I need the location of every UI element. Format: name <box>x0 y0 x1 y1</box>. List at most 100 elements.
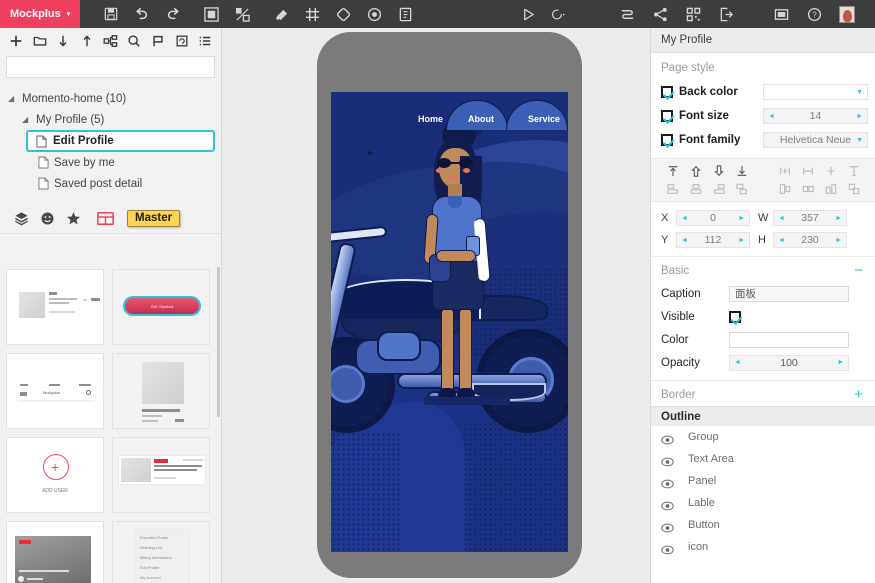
geometry-h-input[interactable]: ◄ 230 ► <box>773 232 847 248</box>
thumb-menu-list[interactable]: Favorited Posts Reading List Billing Inf… <box>112 521 210 583</box>
align-top-icon[interactable] <box>688 163 703 178</box>
thumb-product-card[interactable] <box>112 353 210 429</box>
refresh-icon[interactable] <box>551 6 568 23</box>
thumb-search-bar[interactable]: Mockplus <box>6 353 104 429</box>
flow-icon[interactable] <box>619 6 636 23</box>
border-section-header[interactable]: Border + <box>651 381 875 406</box>
qrcode-icon[interactable] <box>685 6 702 23</box>
align-text-icon[interactable] <box>846 163 861 178</box>
font-size-stepper[interactable]: ◄ 14 ► <box>763 108 868 124</box>
outline-item-button[interactable]: Button <box>651 514 875 536</box>
same-height-icon[interactable] <box>823 181 838 196</box>
redo-icon[interactable] <box>164 6 181 23</box>
stepper-down-icon[interactable]: ◄ <box>778 237 785 244</box>
target-icon[interactable] <box>366 6 383 23</box>
align-right-edge-icon[interactable] <box>711 181 726 196</box>
export-icon[interactable] <box>718 6 735 23</box>
brand-menu-button[interactable]: Mockplus ▾ <box>0 0 81 28</box>
outline-item-icon[interactable]: icon <box>651 536 875 558</box>
thumb-get-started[interactable]: Get Started <box>112 269 210 345</box>
phone-screen[interactable]: ➤ Home About Service <box>331 92 568 552</box>
stepper-down-icon[interactable]: ◄ <box>778 215 785 222</box>
stepper-up-icon[interactable]: ► <box>835 237 842 244</box>
window-icon[interactable] <box>773 6 790 23</box>
tree-item-save-by-me[interactable]: Save by me <box>0 152 221 173</box>
share-icon[interactable] <box>652 6 669 23</box>
group-icon[interactable] <box>203 6 220 23</box>
favorites-icon[interactable] <box>60 207 86 231</box>
stepper-up-icon[interactable]: ► <box>837 359 844 366</box>
tree-item-my-profile[interactable]: ◢ My Profile (5) <box>0 109 221 130</box>
expand-twisty-icon[interactable]: ◢ <box>22 115 31 124</box>
outline-item-group[interactable]: Group <box>651 426 875 448</box>
undo-icon[interactable] <box>133 6 150 23</box>
eye-icon[interactable] <box>661 520 674 533</box>
align-left-edge-icon[interactable] <box>665 181 680 196</box>
caption-input[interactable]: 面板 <box>729 285 849 302</box>
tree-item-momento-home[interactable]: ◢ Momento-home (10) <box>0 88 221 109</box>
grid-icon[interactable] <box>304 6 321 23</box>
font-family-checkbox[interactable] <box>661 134 673 146</box>
eye-icon[interactable] <box>661 542 674 555</box>
chevron-down-icon[interactable]: ▼ <box>856 137 863 144</box>
add-icon[interactable] <box>4 29 28 53</box>
back-color-field[interactable]: ▼ <box>763 84 868 100</box>
align-center-h-icon[interactable] <box>823 163 838 178</box>
components-icon[interactable] <box>8 207 34 231</box>
duplicate-icon[interactable] <box>170 29 194 53</box>
font-family-select[interactable]: Helvetica Neue ▼ <box>763 132 868 148</box>
nav-item-service[interactable]: Service <box>528 114 560 124</box>
distribute-h-icon[interactable] <box>777 163 792 178</box>
expand-twisty-icon[interactable]: ◢ <box>8 94 17 103</box>
geometry-x-input[interactable]: ◄ 0 ► <box>676 210 750 226</box>
opacity-stepper[interactable]: ◄ 100 ► <box>729 354 849 371</box>
space-h-icon[interactable] <box>800 163 815 178</box>
account-avatar[interactable] <box>839 5 855 23</box>
save-icon[interactable] <box>102 6 119 23</box>
same-size-icon[interactable] <box>800 181 815 196</box>
search-icon[interactable] <box>122 29 146 53</box>
stepper-down-icon[interactable]: ◄ <box>681 237 688 244</box>
match-icon[interactable] <box>846 181 861 196</box>
outline-item-text-area[interactable]: Text Area <box>651 448 875 470</box>
move-down-icon[interactable] <box>51 29 75 53</box>
sitemap-icon[interactable] <box>99 29 123 53</box>
back-color-checkbox[interactable] <box>661 86 673 98</box>
page-search-input[interactable] <box>6 56 215 78</box>
thumb-news-card[interactable] <box>112 437 210 513</box>
shape-icon[interactable] <box>335 6 352 23</box>
align-bottom-icon[interactable] <box>711 163 726 178</box>
ungroup-icon[interactable] <box>234 6 251 23</box>
master-icon[interactable] <box>92 207 118 231</box>
expand-toggle-icon[interactable]: + <box>854 387 863 402</box>
geometry-w-input[interactable]: ◄ 357 ► <box>773 210 847 226</box>
move-up-icon[interactable] <box>75 29 99 53</box>
stepper-up-icon[interactable]: ► <box>835 215 842 222</box>
color-swatch-input[interactable] <box>729 331 849 348</box>
folder-icon[interactable] <box>28 29 52 53</box>
geometry-y-input[interactable]: ◄ 112 ► <box>676 232 750 248</box>
eye-icon[interactable] <box>661 432 674 445</box>
thumb-list-item[interactable] <box>6 269 104 345</box>
page-icon[interactable] <box>397 6 414 23</box>
eye-icon[interactable] <box>661 476 674 489</box>
eye-icon[interactable] <box>661 454 674 467</box>
basic-section-header[interactable]: Basic − <box>651 257 875 282</box>
list-icon[interactable] <box>193 29 217 53</box>
nav-item-home[interactable]: Home <box>418 114 443 124</box>
help-icon[interactable]: ? <box>806 6 823 23</box>
stepper-down-icon[interactable]: ◄ <box>734 359 741 366</box>
thumb-video-card[interactable] <box>6 521 104 583</box>
stepper-down-icon[interactable]: ◄ <box>681 215 688 222</box>
mask-icon[interactable] <box>273 6 290 23</box>
outline-item-panel[interactable]: Panel <box>651 470 875 492</box>
eye-icon[interactable] <box>661 498 674 511</box>
stepper-up-icon[interactable]: ► <box>856 113 863 120</box>
align-center-v-icon[interactable] <box>688 181 703 196</box>
distribute-icon[interactable] <box>734 181 749 196</box>
flag-icon[interactable] <box>146 29 170 53</box>
icons-icon[interactable] <box>34 207 60 231</box>
nav-item-about[interactable]: About <box>468 114 494 124</box>
tree-item-saved-post-detail[interactable]: Saved post detail <box>0 173 221 194</box>
align-bottom-outside-icon[interactable] <box>734 163 749 178</box>
